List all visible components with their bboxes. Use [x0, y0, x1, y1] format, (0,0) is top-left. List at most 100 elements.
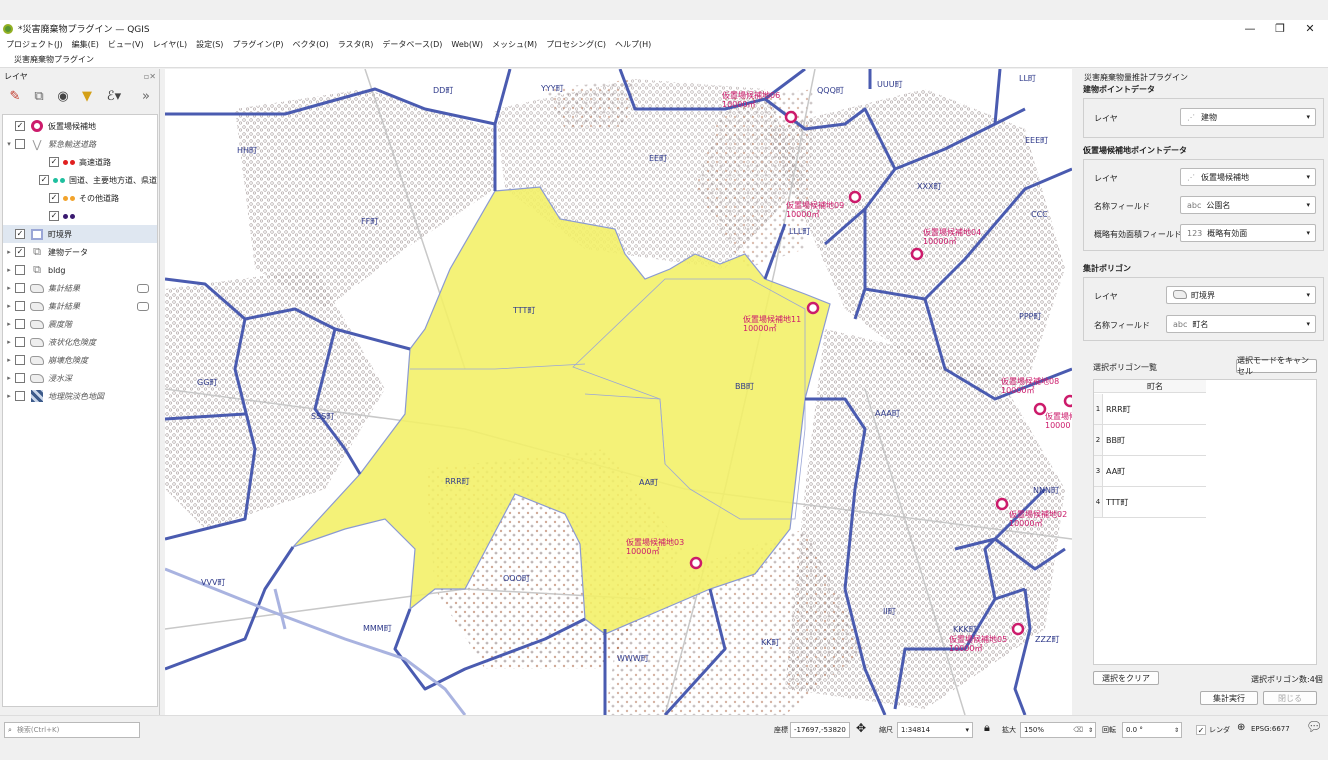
layer-row[interactable]: ▸ ⧉ bldg: [3, 261, 157, 279]
rotation-spinbox[interactable]: 0.0 ° ⇕: [1122, 722, 1182, 738]
map-svg[interactable]: DD町 YYY町 QQQ町 UUU町 LL町 HH町 EE町 EEE町 FF町 XXX町 LLL町 C…: [165, 69, 1072, 715]
menu-plugins[interactable]: プラグイン(P): [232, 39, 283, 50]
lock-icon[interactable]: 🔒︎: [984, 721, 990, 735]
render-checkbox[interactable]: ✓: [1196, 725, 1206, 735]
table-row[interactable]: 3 AA町: [1094, 456, 1206, 487]
zoom-spinbox[interactable]: 150% ⌫ ⇕: [1020, 722, 1096, 738]
candidate-site-marker[interactable]: [848, 190, 862, 204]
layer-row[interactable]: ▸ 浸水深: [3, 369, 157, 387]
expand-arrow-icon[interactable]: ▸: [3, 302, 15, 310]
spinner-icon[interactable]: ⇕: [1088, 727, 1093, 734]
table-row[interactable]: 4 TTT町: [1094, 487, 1206, 518]
candidate-site-marker[interactable]: [1033, 402, 1047, 416]
filter-icon[interactable]: ▼: [78, 87, 96, 105]
menu-project[interactable]: プロジェクト(J): [6, 39, 63, 50]
layer-row[interactable]: ▸ 液状化危険度: [3, 333, 157, 351]
selection-table[interactable]: 町名 1 RRR町 2 BB町 3 AA町 4 TTT町: [1093, 379, 1317, 665]
menu-web[interactable]: Web(W): [451, 40, 483, 49]
layer-visibility-checkbox[interactable]: [15, 373, 25, 383]
expand-arrow-icon[interactable]: ▾: [3, 140, 15, 148]
clear-icon[interactable]: ⌫: [1073, 726, 1083, 734]
candidate-site-marker[interactable]: [910, 247, 924, 261]
run-aggregation-button[interactable]: 集計実行: [1200, 691, 1258, 705]
menu-vector[interactable]: ベクタ(O): [293, 39, 329, 50]
polygon-layer-select[interactable]: 町境界 ▾: [1166, 286, 1316, 304]
expand-arrow-icon[interactable]: ▸: [3, 320, 15, 328]
menu-processing[interactable]: プロセシング(C): [546, 39, 606, 50]
layer-row[interactable]: ▸ 地理院淡色地図: [3, 387, 157, 405]
layer-row[interactable]: ✓ 国道、主要地方道、県道: [3, 171, 157, 189]
layer-row[interactable]: ▸ 崩壊危険度: [3, 351, 157, 369]
layer-row[interactable]: ✓ その他道路: [3, 189, 157, 207]
layer-visibility-checkbox[interactable]: [15, 301, 25, 311]
layer-visibility-checkbox[interactable]: [15, 391, 25, 401]
locator-search-input[interactable]: ⌕ 検索(Ctrl+K): [4, 722, 140, 738]
menu-settings[interactable]: 設定(S): [196, 39, 223, 50]
layer-visibility-checkbox[interactable]: [15, 337, 25, 347]
layer-visibility-checkbox[interactable]: [15, 283, 25, 293]
expand-arrow-icon[interactable]: ▸: [3, 374, 15, 382]
layer-visibility-checkbox[interactable]: ✓: [49, 193, 59, 203]
candidate-name-field-select[interactable]: abc 公園名 ▾: [1180, 196, 1316, 214]
messages-icon[interactable]: 💬︎: [1306, 720, 1323, 735]
layer-row[interactable]: ▸ 集計結果: [3, 279, 157, 297]
layer-visibility-checkbox[interactable]: [15, 139, 25, 149]
clear-selection-button[interactable]: 選択をクリア: [1093, 671, 1159, 685]
more-tools-icon[interactable]: »: [137, 87, 155, 105]
table-row[interactable]: 2 BB町: [1094, 425, 1206, 456]
restore-button[interactable]: ❐: [1265, 20, 1295, 37]
menu-view[interactable]: ビュー(V): [108, 39, 144, 50]
expand-arrow-icon[interactable]: ▸: [3, 356, 15, 364]
candidate-area-field-select[interactable]: 123 概略有効面 ▾: [1180, 224, 1316, 242]
add-group-icon[interactable]: ⧉: [30, 87, 48, 105]
cancel-selection-mode-button[interactable]: 選択モードをキャンセル: [1236, 356, 1317, 376]
candidate-site-marker[interactable]: [1011, 622, 1025, 636]
map-canvas[interactable]: DD町 YYY町 QQQ町 UUU町 LL町 HH町 EE町 EEE町 FF町 XXX町 LLL町 C…: [165, 69, 1072, 715]
menu-raster[interactable]: ラスタ(R): [338, 39, 374, 50]
layer-row[interactable]: ▸ 集計結果: [3, 297, 157, 315]
layer-visibility-checkbox[interactable]: ✓: [39, 175, 49, 185]
layer-visibility-checkbox[interactable]: ✓: [15, 121, 25, 131]
menu-edit[interactable]: 編集(E): [72, 39, 99, 50]
expand-arrow-icon[interactable]: ▸: [3, 266, 15, 274]
layer-visibility-checkbox[interactable]: ✓: [15, 229, 25, 239]
scale-select[interactable]: 1:34814 ▾: [897, 722, 973, 738]
building-layer-select[interactable]: ⋰ 建物 ▾: [1180, 108, 1316, 126]
eye-icon[interactable]: ◉: [54, 87, 72, 105]
layer-visibility-checkbox[interactable]: ✓: [49, 211, 59, 221]
expand-arrow-icon[interactable]: ▸: [3, 284, 15, 292]
spinner-icon[interactable]: ⇕: [1174, 727, 1179, 734]
table-row[interactable]: 1 RRR町: [1094, 394, 1206, 425]
layer-row[interactable]: ✓ 仮置場候補地: [3, 117, 157, 135]
menu-mesh[interactable]: メッシュ(M): [492, 39, 537, 50]
minimize-button[interactable]: —: [1235, 20, 1265, 37]
expression-filter-icon[interactable]: ℰ▾: [102, 87, 126, 105]
expand-arrow-icon[interactable]: ▸: [3, 248, 15, 256]
menu-help[interactable]: ヘルプ(H): [615, 39, 651, 50]
layer-row[interactable]: ✓ 町境界: [3, 225, 157, 243]
polygon-name-field-select[interactable]: abc 町名 ▾: [1166, 315, 1316, 333]
layer-row[interactable]: ▸ ✓ ⧉ 建物データ: [3, 243, 157, 261]
candidate-site-marker[interactable]: [689, 556, 703, 570]
style-brush-icon[interactable]: ✎: [6, 87, 24, 105]
candidate-site-marker[interactable]: [806, 301, 820, 315]
coordinate-field[interactable]: -17697,-53820: [790, 722, 850, 738]
panel-float-close-icon[interactable]: ▫✕: [144, 72, 156, 81]
layer-visibility-checkbox[interactable]: ✓: [15, 247, 25, 257]
candidate-site-marker[interactable]: [1063, 394, 1072, 408]
close-panel-button[interactable]: 閉じる: [1263, 691, 1317, 705]
candidate-site-marker[interactable]: [995, 497, 1009, 511]
expand-arrow-icon[interactable]: ▸: [3, 338, 15, 346]
mouse-cursor-icon[interactable]: ✥: [856, 721, 866, 735]
layer-visibility-checkbox[interactable]: ✓: [49, 157, 59, 167]
layer-row[interactable]: ✓ 高速道路: [3, 153, 157, 171]
layer-visibility-checkbox[interactable]: [15, 265, 25, 275]
layer-visibility-checkbox[interactable]: [15, 319, 25, 329]
menu-database[interactable]: データベース(D): [382, 39, 442, 50]
crs-button[interactable]: EPSG:6677: [1251, 725, 1290, 733]
layer-row[interactable]: ✓: [3, 207, 157, 225]
close-button[interactable]: ✕: [1295, 20, 1325, 37]
layer-row[interactable]: ▾ ⋁ 緊急輸送道路: [3, 135, 157, 153]
candidate-site-marker[interactable]: [784, 110, 798, 124]
plugin-toolbar-button[interactable]: 災害廃棄物プラグイン: [14, 54, 94, 65]
